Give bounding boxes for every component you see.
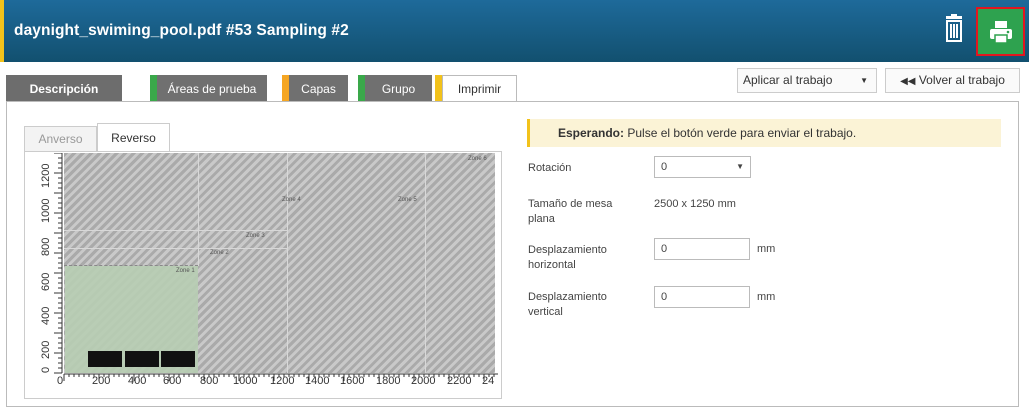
tab-areas-status-stripe: [150, 75, 157, 102]
y-tick-label: 400: [40, 306, 52, 325]
y-tick-label: 1200: [40, 163, 52, 188]
tab-imprimir[interactable]: Imprimir: [442, 75, 517, 103]
back-to-job-button[interactable]: ◀◀ Volver al trabajo: [885, 68, 1020, 93]
rotation-select[interactable]: 0 ▼: [654, 156, 751, 178]
apply-select-value: Aplicar al trabajo: [743, 73, 833, 87]
table-size-label: Tamaño de mesa plana: [528, 198, 613, 225]
y-tick-label: 1000: [40, 198, 52, 223]
dropdown-arrow-icon: ▼: [860, 76, 868, 85]
zone-label: Zone 2: [210, 250, 229, 256]
rotation-value: 0: [661, 161, 668, 173]
zone-divider: [425, 153, 426, 373]
header-accent-bar: [0, 0, 4, 62]
x-tick-label: 400: [128, 375, 147, 387]
tab-reverso[interactable]: Reverso: [97, 123, 170, 152]
zone-divider: [287, 153, 288, 373]
double-left-arrow-icon: ◀◀: [900, 76, 916, 87]
status-message: Esperando: Pulse el botón verde para env…: [527, 119, 1001, 147]
trash-icon: [946, 14, 962, 42]
zone-divider: [64, 248, 287, 249]
zone-label: Zone 6: [468, 156, 487, 162]
horizontal-offset-label: Desplazamiento horizontal: [528, 244, 607, 271]
sample-thumbnail: [88, 351, 122, 367]
vertical-offset-input[interactable]: 0: [654, 286, 750, 308]
job-title: daynight_swiming_pool.pdf #53 Sampling #…: [14, 22, 349, 39]
tab-capas[interactable]: Capas: [289, 75, 348, 102]
x-tick-label: 2200: [447, 375, 472, 387]
tab-capas-status-stripe: [282, 75, 289, 102]
x-tick-label: 800: [200, 375, 219, 387]
zone-label: Zone 5: [398, 197, 417, 203]
x-tick-label: 1400: [305, 375, 330, 387]
x-tick-label: 600: [163, 375, 182, 387]
x-tick-label: 1800: [376, 375, 401, 387]
x-tick-label: 1600: [340, 375, 365, 387]
tab-imprimir-status-stripe: [435, 75, 442, 103]
y-tick-label: 600: [40, 272, 52, 291]
zone-label: Zone 4: [282, 197, 301, 203]
tab-grupo-status-stripe: [358, 75, 365, 102]
vertical-offset-label: Desplazamiento vertical: [528, 291, 607, 318]
zone-label: Zone 1: [176, 268, 195, 274]
y-tick-label: 200: [40, 340, 52, 359]
tab-grupo[interactable]: Grupo: [365, 75, 432, 102]
sample-thumbnail: [161, 351, 195, 367]
tab-descripcion[interactable]: Descripción: [6, 75, 122, 102]
tab-areas-de-prueba[interactable]: Áreas de prueba: [157, 75, 267, 102]
apply-to-job-select[interactable]: Aplicar al trabajo ▼: [737, 68, 877, 93]
horizontal-offset-unit: mm: [757, 243, 776, 255]
tab-anverso[interactable]: Anverso: [24, 126, 97, 152]
rotation-label: Rotación: [528, 162, 572, 174]
delete-button[interactable]: [940, 14, 968, 46]
dropdown-arrow-icon: ▼: [736, 162, 744, 171]
printer-icon: [990, 21, 1012, 44]
x-tick-label: 200: [92, 375, 111, 387]
horizontal-offset-input[interactable]: 0: [654, 238, 750, 260]
x-tick-label: 24: [482, 375, 495, 387]
sample-thumbnail: [125, 351, 159, 367]
x-tick-label: 2000: [411, 375, 436, 387]
y-axis-ruler: 0 200 400 600 800 1000 1200: [36, 153, 64, 377]
zone-divider: [64, 230, 287, 231]
zone-divider: [64, 265, 198, 266]
print-button[interactable]: [976, 7, 1025, 56]
status-text: Pulse el botón verde para enviar el trab…: [627, 126, 857, 140]
back-to-job-label: Volver al trabajo: [918, 73, 1005, 87]
x-tick-label: 1000: [233, 375, 258, 387]
x-axis-ruler: 0 200 400 600 800 1000 1200 1400 1600 18…: [50, 373, 498, 397]
y-tick-label: 800: [40, 237, 52, 256]
x-tick-label: 0: [57, 375, 64, 387]
vertical-offset-unit: mm: [757, 291, 776, 303]
table-size-value: 2500 x 1250 mm: [654, 198, 736, 210]
zone-label: Zone 3: [246, 233, 265, 239]
status-label: Esperando:: [558, 126, 625, 140]
zone-divider: [198, 153, 199, 266]
x-tick-label: 1200: [270, 375, 295, 387]
app-header: daynight_swiming_pool.pdf #53 Sampling #…: [0, 0, 1029, 62]
